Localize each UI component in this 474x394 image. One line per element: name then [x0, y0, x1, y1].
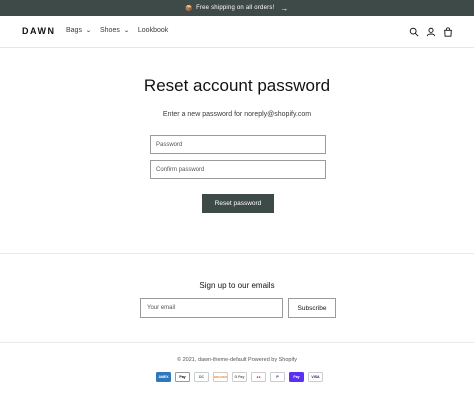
paypal-icon: P — [270, 372, 285, 382]
shop-pay-icon: Pay — [289, 372, 304, 382]
chevron-down-icon: ⌄ — [123, 28, 130, 34]
password-placeholder: Password — [156, 141, 183, 148]
email-placeholder: Your email — [147, 305, 176, 311]
store-logo[interactable]: DAWN — [22, 26, 56, 36]
package-icon: 📦 — [185, 5, 194, 12]
header-icons — [403, 26, 454, 38]
confirm-password-field[interactable]: Confirm password — [150, 160, 326, 179]
mastercard-icon: ●● — [251, 372, 266, 382]
nav-item-shoes[interactable]: Shoes ⌄ — [100, 27, 130, 34]
search-icon[interactable] — [408, 26, 420, 38]
page-title: Reset account password — [143, 76, 331, 95]
account-icon[interactable] — [425, 26, 437, 38]
subscribe-button[interactable]: Subscribe — [288, 298, 336, 318]
confirm-password-placeholder: Confirm password — [156, 166, 205, 173]
amex-icon: AMEX — [156, 372, 171, 382]
diners-club-icon: DC — [194, 372, 209, 382]
email-field[interactable]: Your email — [140, 298, 283, 318]
cart-icon[interactable] — [442, 26, 454, 38]
page-subtitle: Enter a new password for noreply@shopify… — [162, 111, 312, 118]
copyright-text: © 2021, dawn-theme-default Powered by Sh… — [177, 357, 297, 363]
discover-icon: DISCOVER — [213, 372, 228, 382]
nav-item-label: Lookbook — [137, 27, 169, 34]
arrow-right-icon: → — [280, 3, 289, 13]
nav-item-label: Shoes — [100, 27, 120, 34]
announcement-bar[interactable]: 📦 Free shipping on all orders! → — [0, 0, 474, 16]
nav-item-lookbook[interactable]: Lookbook — [138, 27, 168, 34]
visa-icon: VISA — [308, 372, 323, 382]
newsletter-title: Sign up to our emails — [199, 281, 275, 290]
nav-item-bags[interactable]: Bags ⌄ — [66, 27, 92, 34]
payment-icons: AMEX Pay DC DISCOVER G Pay ●● P Pay VISA — [156, 372, 327, 382]
divider — [0, 342, 474, 343]
site-header: DAWN Bags ⌄ Shoes ⌄ Lookbook — [0, 16, 474, 48]
reset-password-button[interactable]: Reset password — [202, 194, 274, 213]
password-field[interactable]: Password — [150, 135, 326, 154]
chevron-down-icon: ⌄ — [85, 28, 92, 34]
google-pay-icon: G Pay — [232, 372, 247, 382]
main-nav: Bags ⌄ Shoes ⌄ Lookbook — [66, 27, 177, 34]
announcement-text: Free shipping on all orders! — [196, 5, 275, 11]
nav-item-label: Bags — [66, 27, 82, 34]
apple-pay-icon: Pay — [175, 372, 190, 382]
divider — [0, 253, 474, 254]
